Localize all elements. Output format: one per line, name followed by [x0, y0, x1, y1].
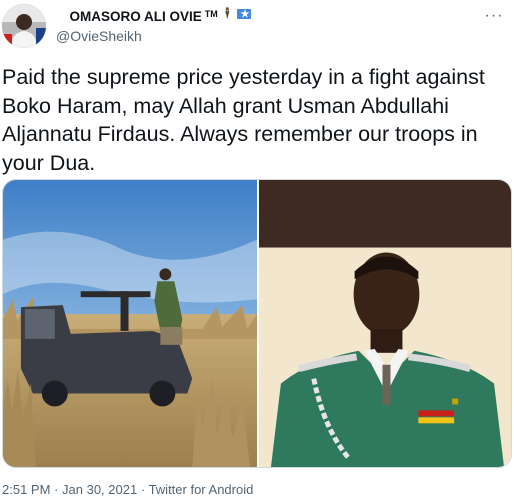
flag-icon: [237, 6, 252, 24]
tweet-header: OMASORO ALI OVIE TM 🕴 @OvieSheikh: [56, 6, 474, 45]
tweet-time[interactable]: 2:51 PM: [2, 482, 50, 497]
tweet-meta: 2:51 PM · Jan 30, 2021 · Twitter for And…: [2, 482, 253, 498]
more-options-icon: ···: [484, 7, 504, 24]
avatar[interactable]: [2, 4, 46, 48]
soldiers-on-pickup-truck-photo[interactable]: [3, 180, 257, 467]
tweet-date[interactable]: Jan 30, 2021: [62, 482, 137, 497]
tweet-card: OMASORO ALI OVIE TM 🕴 @OvieSheikh ··· Pa…: [0, 0, 514, 502]
meta-separator: ·: [140, 482, 146, 497]
display-name-row[interactable]: OMASORO ALI OVIE TM 🕴: [56, 6, 474, 26]
more-options-button[interactable]: ···: [482, 6, 506, 26]
tweet-text: Paid the supreme price yesterday in a fi…: [2, 65, 485, 175]
display-name[interactable]: OMASORO ALI OVIE: [56, 8, 202, 26]
trademark-icon: TM: [204, 9, 218, 19]
soldier-portrait-photo[interactable]: [259, 180, 511, 467]
tweet-source[interactable]: Twitter for Android: [149, 482, 254, 497]
figure-emoji-icon: 🕴: [220, 8, 235, 20]
meta-separator: ·: [54, 482, 59, 497]
tweet-media: [2, 179, 512, 468]
user-handle[interactable]: @OvieSheikh: [56, 27, 474, 45]
